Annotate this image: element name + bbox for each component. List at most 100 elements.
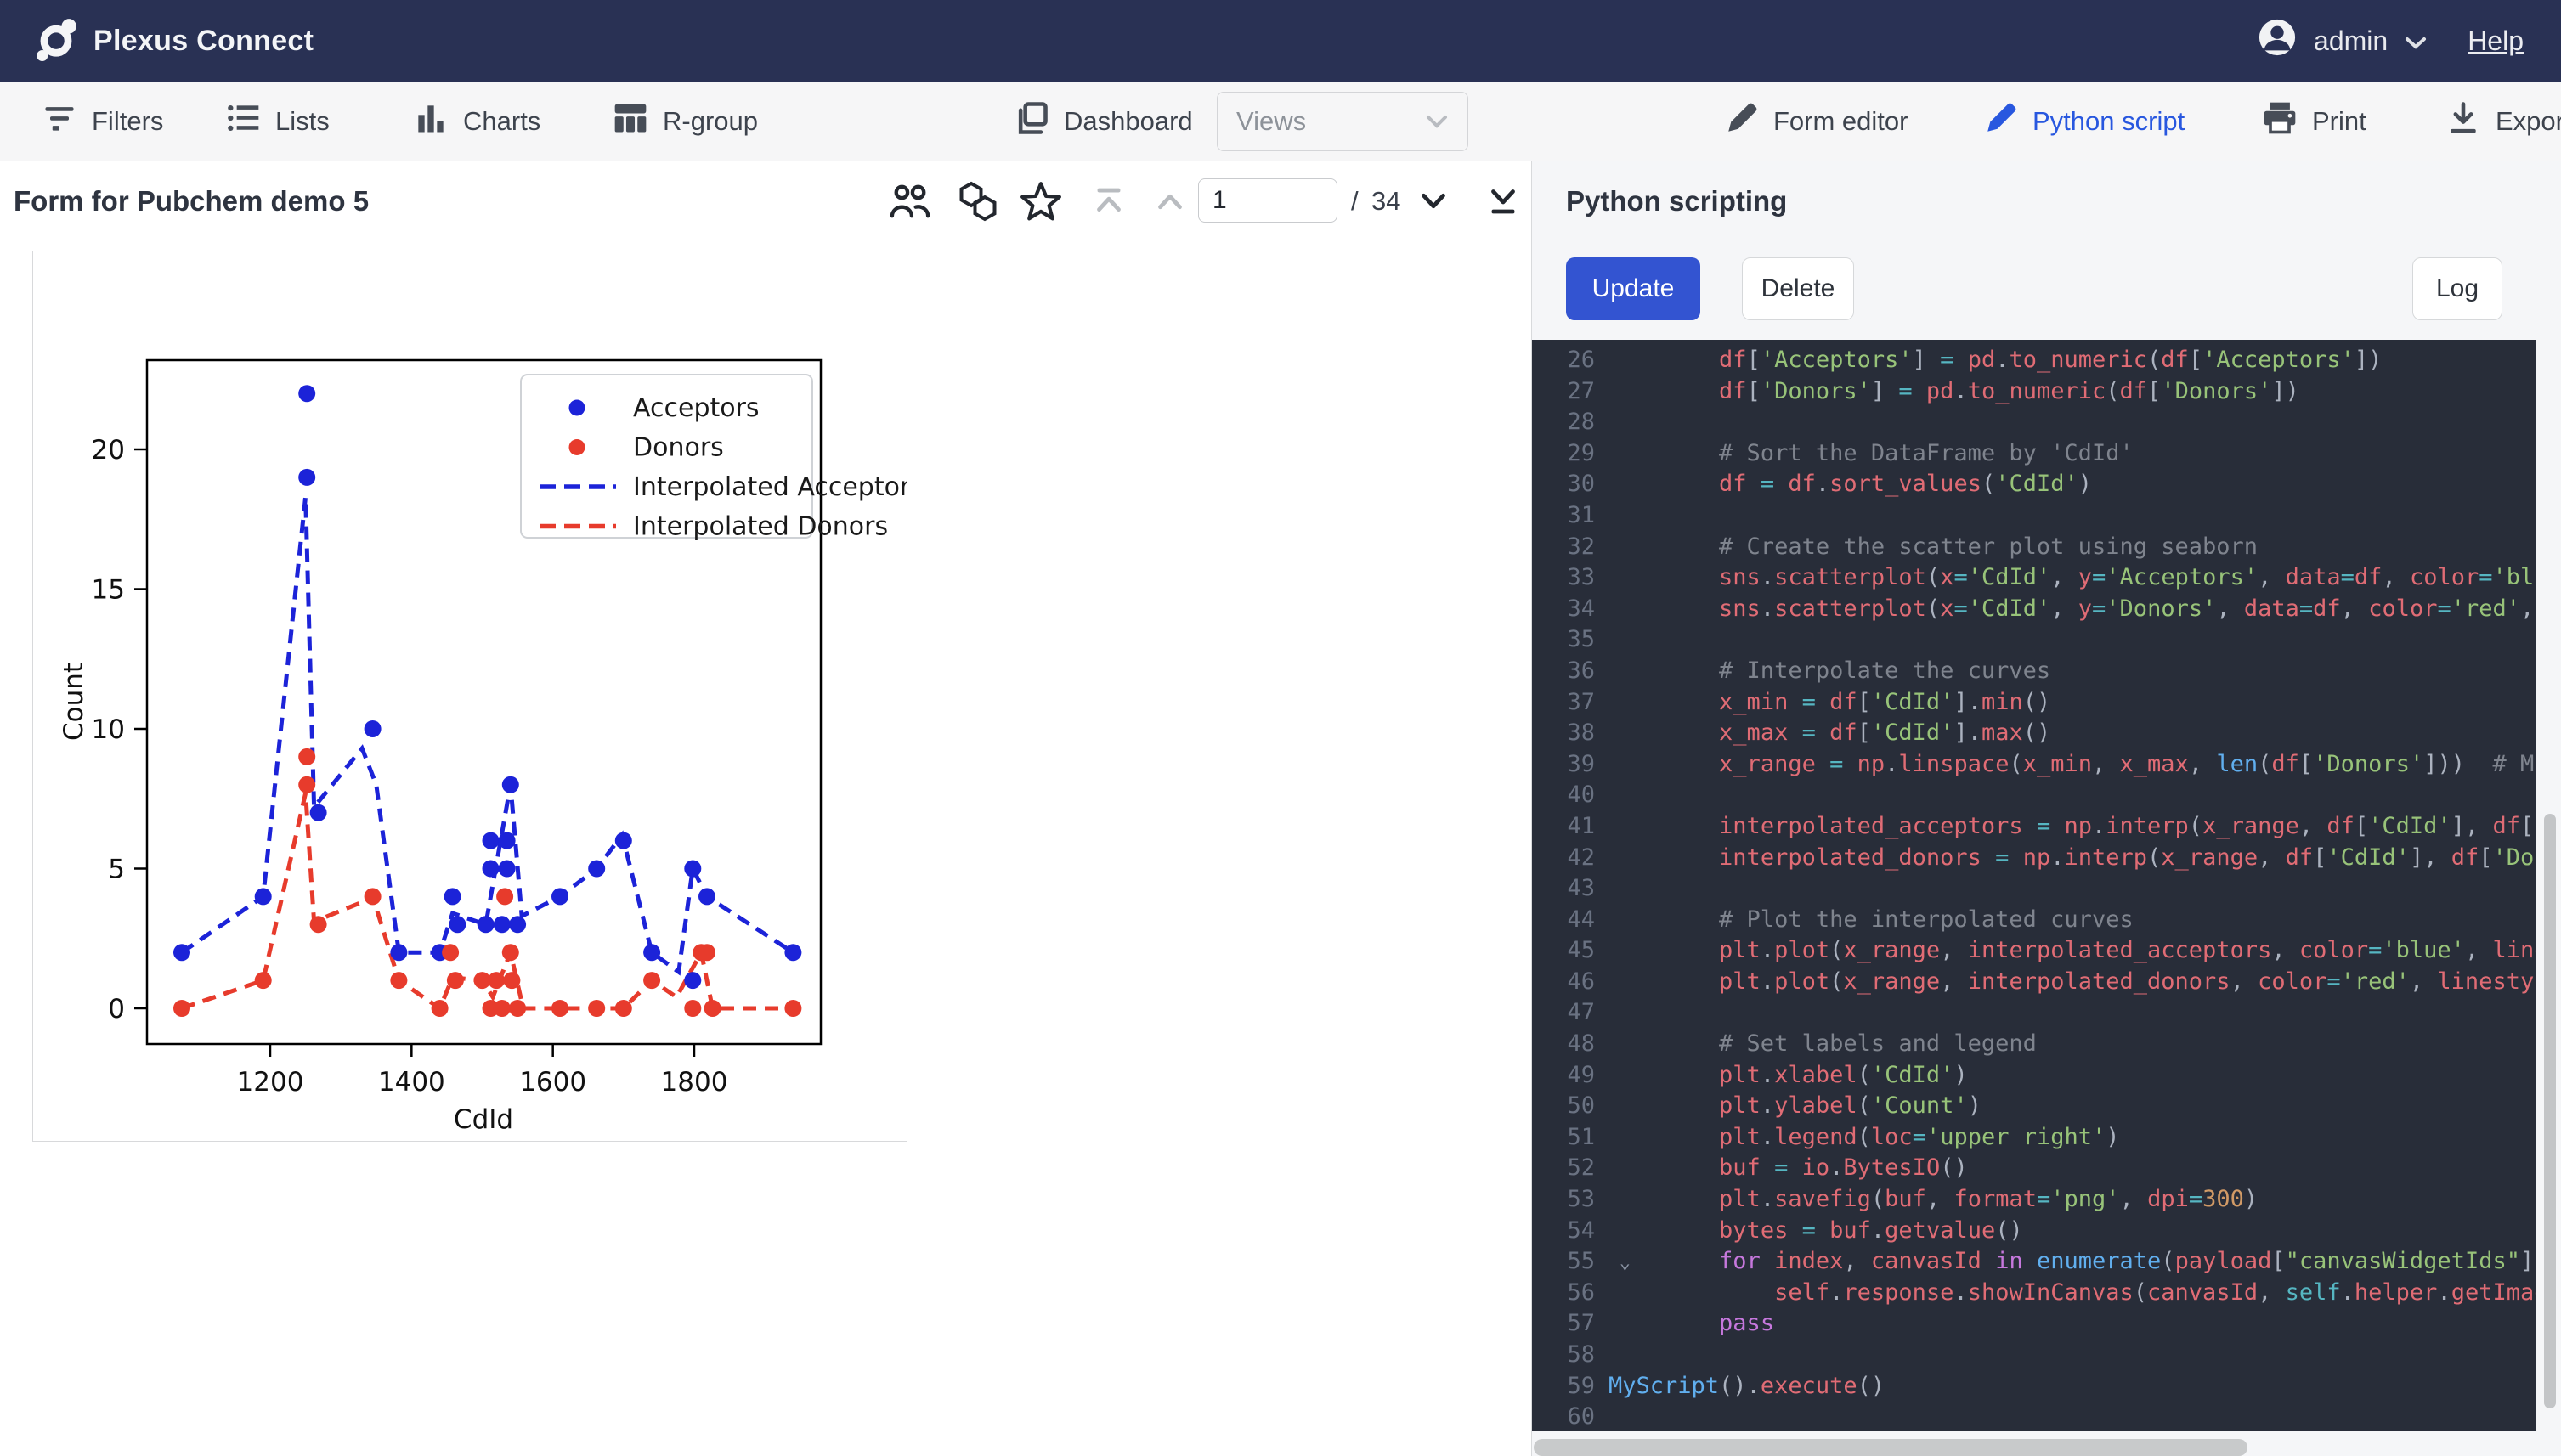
code-line[interactable]: 26 df['Acceptors'] = pd.to_numeric(df['A… xyxy=(1532,345,2536,376)
code-line[interactable]: 45 plt.plot(x_range, interpolated_accept… xyxy=(1532,935,2536,967)
download-icon xyxy=(2445,99,2482,144)
svg-text:1200: 1200 xyxy=(237,1067,304,1098)
code-line[interactable]: 58 xyxy=(1532,1340,2536,1371)
line-number: 34 xyxy=(1532,594,1608,625)
pager-separator: / xyxy=(1351,161,1359,241)
form-header: Form for Pubchem demo 5 / 34 xyxy=(0,161,1531,242)
line-number: 48 xyxy=(1532,1029,1608,1060)
code-line[interactable]: 29 # Sort the DataFrame by 'CdId' xyxy=(1532,438,2536,470)
export-label: Export xyxy=(2496,106,2561,137)
views-value: Views xyxy=(1236,106,1306,137)
code-line[interactable]: 37 x_min = df['CdId'].min() xyxy=(1532,687,2536,719)
code-line[interactable]: 53 plt.savefig(buf, format='png', dpi=30… xyxy=(1532,1184,2536,1216)
line-number: 54 xyxy=(1532,1216,1608,1247)
code-line[interactable]: 34 sns.scatterplot(x='CdId', y='Donors',… xyxy=(1532,594,2536,625)
user-avatar-icon[interactable] xyxy=(2258,18,2297,64)
svg-text:5: 5 xyxy=(108,855,125,885)
svg-text:1600: 1600 xyxy=(519,1067,586,1098)
code-line[interactable]: 55⌄ for index, canvasId in enumerate(pay… xyxy=(1532,1246,2536,1278)
line-number: 29 xyxy=(1532,438,1608,470)
line-number: 35 xyxy=(1532,624,1608,656)
filters-button[interactable]: Filters xyxy=(41,82,163,161)
code-line[interactable]: 47 xyxy=(1532,997,2536,1029)
printer-icon xyxy=(2261,99,2298,144)
code-line[interactable]: 42 interpolated_donors = np.interp(x_ran… xyxy=(1532,843,2536,874)
line-number: 50 xyxy=(1532,1091,1608,1122)
svg-text:15: 15 xyxy=(92,575,125,606)
code-line[interactable]: 43 xyxy=(1532,873,2536,905)
python-script-button[interactable]: Python script xyxy=(1983,82,2185,161)
print-label: Print xyxy=(2312,106,2366,137)
code-line[interactable]: 54 bytes = buf.getvalue() xyxy=(1532,1216,2536,1247)
vertical-scrollbar[interactable] xyxy=(2544,814,2556,1408)
code-line[interactable]: 33 sns.scatterplot(x='CdId', y='Acceptor… xyxy=(1532,562,2536,594)
svg-text:1800: 1800 xyxy=(661,1067,728,1098)
line-number: 27 xyxy=(1532,376,1608,408)
export-button[interactable]: Export xyxy=(2445,82,2561,161)
lists-button[interactable]: Lists xyxy=(224,82,330,161)
line-number: 41 xyxy=(1532,811,1608,843)
code-editor[interactable]: 26 df['Acceptors'] = pd.to_numeric(df['A… xyxy=(1532,340,2536,1431)
code-line[interactable]: 46 plt.plot(x_range, interpolated_donors… xyxy=(1532,967,2536,998)
code-line[interactable]: 39 x_range = np.linspace(x_min, x_max, l… xyxy=(1532,749,2536,781)
brand[interactable]: Plexus Connect xyxy=(34,17,314,65)
delete-button[interactable]: Delete xyxy=(1742,257,1854,320)
code-line[interactable]: 41 interpolated_acceptors = np.interp(x_… xyxy=(1532,811,2536,843)
code-line[interactable]: 38 x_max = df['CdId'].max() xyxy=(1532,718,2536,749)
print-button[interactable]: Print xyxy=(2261,82,2366,161)
fold-chevron-icon[interactable]: ⌄ xyxy=(1620,1248,1631,1279)
code-line[interactable]: 48 # Set labels and legend xyxy=(1532,1029,2536,1060)
user-menu[interactable]: admin xyxy=(2314,25,2388,57)
line-number: 52 xyxy=(1532,1153,1608,1184)
code-line[interactable]: 59MyScript().execute() xyxy=(1532,1371,2536,1402)
previous-record-icon[interactable] xyxy=(1149,180,1191,223)
code-line[interactable]: 44 # Plot the interpolated curves xyxy=(1532,905,2536,936)
views-select[interactable]: Views xyxy=(1217,92,1468,151)
code-line[interactable]: 50 plt.ylabel('Count') xyxy=(1532,1091,2536,1122)
line-number: 38 xyxy=(1532,718,1608,749)
svg-text:Interpolated Acceptors: Interpolated Acceptors xyxy=(633,472,907,502)
update-button[interactable]: Update xyxy=(1566,257,1700,320)
horizontal-scrollbar[interactable] xyxy=(1534,1439,2247,1456)
rgroup-button[interactable]: R-group xyxy=(612,82,758,161)
chevron-down-icon[interactable] xyxy=(2405,25,2427,57)
line-number: 26 xyxy=(1532,345,1608,376)
svg-text:1400: 1400 xyxy=(378,1067,445,1098)
form-title: Form for Pubchem demo 5 xyxy=(14,161,369,241)
next-record-icon[interactable] xyxy=(1412,180,1455,223)
charts-button[interactable]: Charts xyxy=(412,82,540,161)
code-line[interactable]: 51 plt.legend(loc='upper right') xyxy=(1532,1122,2536,1154)
code-line[interactable]: 52 buf = io.BytesIO() xyxy=(1532,1153,2536,1184)
line-number: 45 xyxy=(1532,935,1608,967)
help-link[interactable]: Help xyxy=(2468,25,2524,57)
code-line[interactable]: 27 df['Donors'] = pd.to_numeric(df['Dono… xyxy=(1532,376,2536,408)
form-canvas: 120014001600180005101520CdIdCountAccepto… xyxy=(0,241,1531,1456)
code-line[interactable]: 57 pass xyxy=(1532,1308,2536,1340)
page-number-input[interactable] xyxy=(1198,178,1337,223)
code-line[interactable]: 49 plt.xlabel('CdId') xyxy=(1532,1060,2536,1092)
molecule-icon[interactable] xyxy=(957,180,999,223)
line-number: 59 xyxy=(1532,1371,1608,1402)
first-record-icon[interactable] xyxy=(1088,180,1130,223)
line-number: 37 xyxy=(1532,687,1608,719)
code-line[interactable]: 32 # Create the scatter plot using seabo… xyxy=(1532,532,2536,563)
code-line[interactable]: 60 xyxy=(1532,1402,2536,1431)
code-line[interactable]: 56 self.response.showInCanvas(canvasId, … xyxy=(1532,1278,2536,1309)
code-line[interactable]: 36 # Interpolate the curves xyxy=(1532,656,2536,687)
code-line[interactable]: 35 xyxy=(1532,624,2536,656)
svg-text:Acceptors: Acceptors xyxy=(633,393,760,423)
code-line[interactable]: 28 xyxy=(1532,407,2536,438)
dashboard-button[interactable]: Dashboard xyxy=(1013,82,1193,161)
code-line[interactable]: 31 xyxy=(1532,500,2536,532)
form-editor-button[interactable]: Form editor xyxy=(1724,82,1908,161)
chart-widget: 120014001600180005101520CdIdCountAccepto… xyxy=(32,251,907,1142)
line-number: 32 xyxy=(1532,532,1608,563)
last-record-icon[interactable] xyxy=(1482,180,1524,223)
log-button[interactable]: Log xyxy=(2412,257,2502,320)
top-navbar: Plexus Connect admin Help xyxy=(0,0,2561,82)
code-line[interactable]: 40 xyxy=(1532,780,2536,811)
users-icon[interactable] xyxy=(889,180,931,223)
code-line[interactable]: 30 df = df.sort_values('CdId') xyxy=(1532,469,2536,500)
line-number: 28 xyxy=(1532,407,1608,438)
star-icon[interactable] xyxy=(1020,180,1062,223)
